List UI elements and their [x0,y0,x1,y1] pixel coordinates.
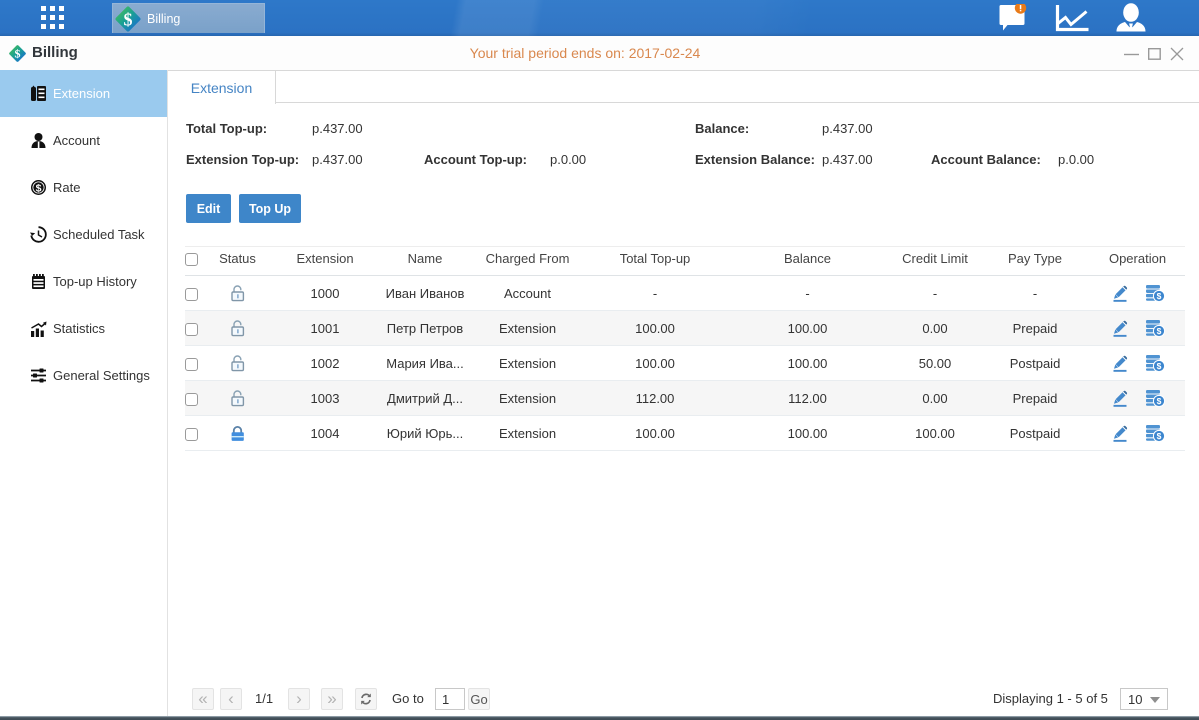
svg-text:$: $ [1157,431,1162,441]
svg-text:$: $ [1157,361,1162,371]
svg-text:$: $ [124,9,133,29]
svg-text:$: $ [1157,291,1162,301]
svg-text:$: $ [1157,396,1162,406]
svg-text:$: $ [1157,326,1162,336]
svg-text:$: $ [36,182,42,194]
